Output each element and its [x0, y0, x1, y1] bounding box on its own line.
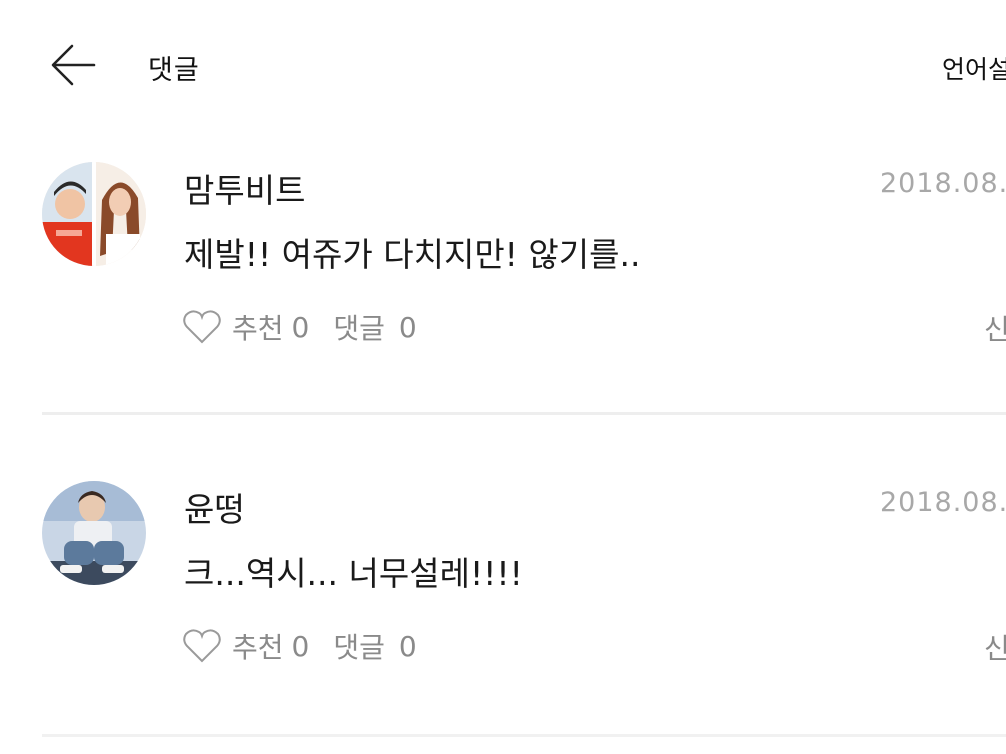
reply-count: 0: [398, 629, 417, 663]
arrow-left-icon: [51, 44, 96, 86]
reply-label[interactable]: 댓글: [333, 307, 385, 347]
avatar[interactable]: [42, 162, 146, 266]
divider: [42, 734, 1006, 737]
like-count: 0: [291, 310, 310, 344]
heart-outline-icon[interactable]: [182, 309, 222, 345]
reply-count: 0: [398, 310, 417, 344]
like-count: 0: [291, 629, 310, 663]
back-button[interactable]: [44, 38, 100, 94]
heart-outline-icon[interactable]: [182, 628, 222, 664]
report-button[interactable]: 신: [984, 627, 1006, 667]
username[interactable]: 윤떵: [184, 483, 245, 531]
comment-text: 크...역시... 너무설레!!!!: [184, 554, 523, 593]
username[interactable]: 맘투비트: [184, 164, 305, 212]
comment-item: 윤떵 2018.08.2 크...역시... 너무설레!!!! 추천 0 댓글 …: [0, 453, 1006, 754]
header: 댓글 언어설: [0, 0, 1006, 134]
comments-page: 댓글 언어설 맘투비트 2018.08.2 제발!! 여쥬가 다치지만! 않기를…: [0, 0, 1006, 754]
avatar[interactable]: [42, 481, 146, 585]
reply-label[interactable]: 댓글: [333, 626, 385, 666]
language-settings-button[interactable]: 언어설: [942, 50, 1006, 86]
comment-actions: 추천 0 댓글 0: [182, 626, 417, 666]
comment-item: 맘투비트 2018.08.2 제발!! 여쥬가 다치지만! 않기를.. 추천 0…: [0, 134, 1006, 452]
like-label[interactable]: 추천: [232, 626, 284, 666]
comment-date: 2018.08.2: [880, 168, 1006, 199]
comment-text: 제발!! 여쥬가 다치지만! 않기를..: [184, 235, 641, 274]
comment-date: 2018.08.2: [880, 487, 1006, 518]
page-title: 댓글: [148, 55, 200, 86]
like-label[interactable]: 추천: [232, 307, 284, 347]
divider: [42, 412, 1006, 415]
report-button[interactable]: 신: [984, 308, 1006, 348]
comment-actions: 추천 0 댓글 0: [182, 307, 417, 347]
